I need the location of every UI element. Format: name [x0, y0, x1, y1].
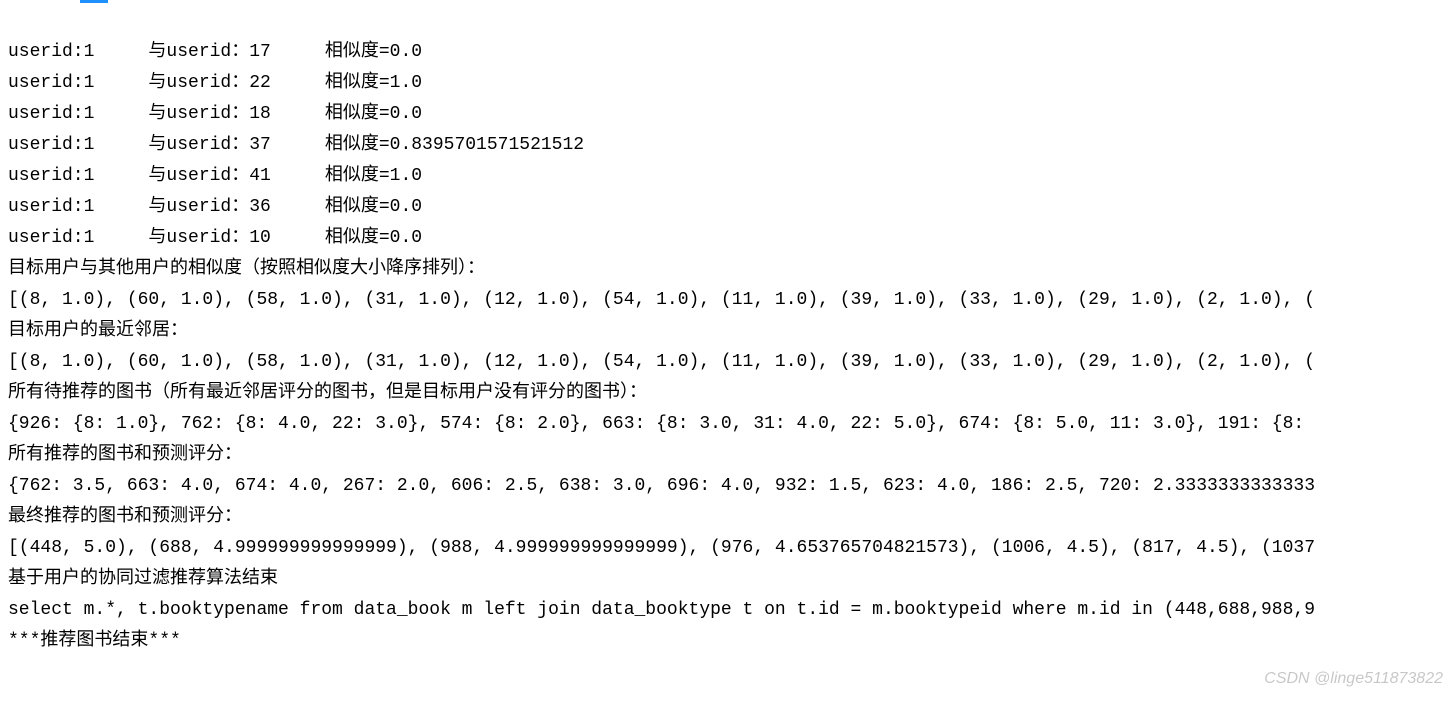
console-line: userid:1 与userid：18 相似度=0.0 [8, 104, 422, 124]
console-line: userid:1 与userid：37 相似度=0.83957015715215… [8, 135, 584, 155]
console-line: userid:1 与userid：41 相似度=1.0 [8, 166, 422, 186]
console-line: userid:1 与userid：17 相似度=0.0 [8, 42, 422, 62]
console-line: 基于用户的协同过滤推荐算法结束 [8, 569, 278, 589]
console-line: 所有推荐的图书和预测评分： [8, 445, 242, 465]
console-line: userid:1 与userid：36 相似度=0.0 [8, 197, 422, 217]
console-line: 目标用户与其他用户的相似度（按照相似度大小降序排列）： [8, 259, 485, 279]
console-line: 最终推荐的图书和预测评分： [8, 507, 242, 527]
console-line: [(448, 5.0), (688, 4.999999999999999), (… [8, 538, 1315, 558]
console-line: [(8, 1.0), (60, 1.0), (58, 1.0), (31, 1.… [8, 290, 1315, 310]
console-line: [(8, 1.0), (60, 1.0), (58, 1.0), (31, 1.… [8, 352, 1315, 372]
console-line: ***推荐图书结束*** [8, 631, 181, 651]
console-output: userid:1 与userid：17 相似度=0.0 userid:1 与us… [0, 0, 1453, 657]
console-line: 所有待推荐的图书（所有最近邻居评分的图书，但是目标用户没有评分的图书）： [8, 383, 647, 403]
console-line: 目标用户的最近邻居： [8, 321, 188, 341]
console-line: select m.*, t.booktypename from data_boo… [8, 600, 1315, 620]
console-line: userid:1 与userid：10 相似度=0.0 [8, 228, 422, 248]
console-line: userid:1 与userid：22 相似度=1.0 [8, 73, 422, 93]
watermark: CSDN @linge511873822 [1264, 663, 1443, 694]
console-line: {762: 3.5, 663: 4.0, 674: 4.0, 267: 2.0,… [8, 476, 1315, 496]
active-tab-indicator [80, 0, 108, 3]
console-line: {926: {8: 1.0}, 762: {8: 4.0, 22: 3.0}, … [8, 414, 1304, 434]
